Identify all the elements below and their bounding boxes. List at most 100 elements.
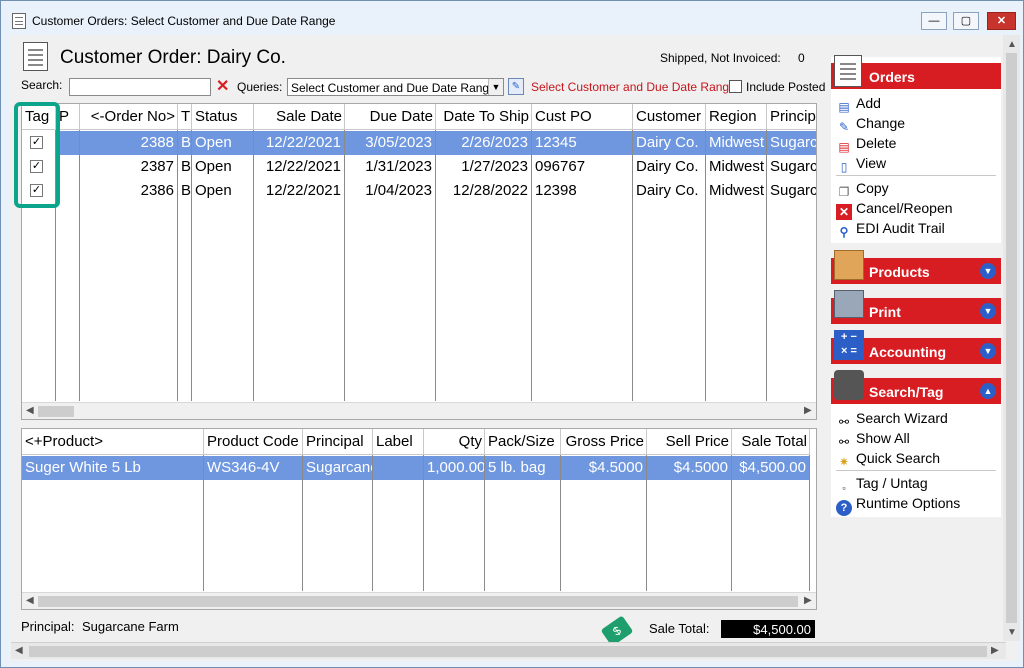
products-cell-product[interactable]: Suger White 5 Lb — [22, 456, 203, 480]
products-horizontal-scrollbar[interactable]: ◀ ▶ — [22, 592, 816, 609]
query-link[interactable]: Select Customer and Due Date Range — [531, 80, 736, 94]
menu-quick-search[interactable]: ✷ Quick Search — [836, 450, 940, 470]
include-posted-checkbox[interactable] — [729, 80, 742, 93]
products-cell-product-code[interactable]: WS346-4V — [204, 456, 302, 480]
products-header-sale-total[interactable]: Sale Total — [732, 429, 810, 455]
products-header-qty[interactable]: Qty — [424, 429, 485, 455]
maximize-button[interactable]: ▢ — [953, 12, 979, 30]
scroll-right-icon[interactable]: ▶ — [804, 405, 812, 416]
orders-cell-status[interactable]: Open — [192, 131, 253, 155]
vertical-scrollbar[interactable]: ▲ ▼ — [1003, 35, 1020, 641]
orders-cell-due-date[interactable]: 1/31/2023 — [345, 155, 435, 179]
menu-delete[interactable]: ▤ Delete — [836, 135, 896, 155]
orders-header-ship-date[interactable]: Date To Ship — [436, 104, 532, 130]
menu-copy[interactable]: ❐ Copy — [836, 180, 889, 200]
print-panel-header[interactable]: Print ▼ — [831, 290, 1001, 324]
scroll-up-icon[interactable]: ▲ — [1007, 39, 1017, 50]
products-panel-header[interactable]: Products ▼ — [831, 250, 1001, 284]
orders-cell-region[interactable]: Midwest — [706, 155, 766, 179]
query-select[interactable]: Select Customer and Due Date Range ▼ — [287, 78, 504, 96]
products-cell-pack-size[interactable]: 5 lb. bag — [485, 456, 560, 480]
orders-cell-customer[interactable]: Dairy Co. — [633, 155, 705, 179]
orders-cell-region[interactable]: Midwest — [706, 179, 766, 203]
orders-cell-cust-po[interactable]: 096767 — [532, 155, 632, 179]
orders-header-order-no[interactable]: <-Order No> — [80, 104, 178, 130]
orders-cell-status[interactable]: Open — [192, 155, 253, 179]
accounting-panel-header[interactable]: + − × = Accounting ▼ — [831, 330, 1001, 364]
scroll-right-icon[interactable]: ▶ — [991, 645, 999, 656]
products-header-label[interactable]: Label — [373, 429, 424, 455]
scroll-left-icon[interactable]: ◀ — [26, 405, 34, 416]
scroll-down-icon[interactable]: ▼ — [1007, 627, 1017, 638]
products-cell-sale-total[interactable]: $4,500.00 — [732, 456, 809, 480]
orders-cell-cust-po[interactable]: 12345 — [532, 131, 632, 155]
orders-cell-due-date[interactable]: 1/04/2023 — [345, 179, 435, 203]
orders-cell-region[interactable]: Midwest — [706, 131, 766, 155]
orders-header-due-date[interactable]: Due Date — [345, 104, 436, 130]
scroll-thumb[interactable] — [38, 406, 74, 417]
orders-cell-order-no[interactable]: 2388 — [80, 131, 177, 155]
products-cell-principal[interactable]: Sugarcane — [303, 456, 372, 480]
orders-header-region[interactable]: Region — [706, 104, 767, 130]
menu-tag-untag[interactable]: ▫ Tag / Untag — [836, 475, 927, 496]
table-row[interactable]: ✓ 2388 B Open 12/22/2021 3/05/2023 2/26/2023 12… — [22, 131, 816, 155]
chevron-down-icon[interactable]: ▼ — [980, 303, 996, 319]
scroll-right-icon[interactable]: ▶ — [804, 595, 812, 606]
orders-cell-customer[interactable]: Dairy Co. — [633, 131, 705, 155]
orders-header-customer[interactable]: Customer — [633, 104, 706, 130]
orders-cell-cust-po[interactable]: 12398 — [532, 179, 632, 203]
products-header-pack-size[interactable]: Pack/Size — [485, 429, 561, 455]
products-grid[interactable]: <+Product> Product Code Principal Label Qty P… — [21, 428, 817, 610]
orders-header-princip[interactable]: Princip — [767, 104, 816, 130]
products-cell-gross-price[interactable]: $4.5000 — [561, 456, 646, 480]
menu-edi-audit-trail[interactable]: ⚲ EDI Audit Trail — [836, 220, 945, 240]
products-header-gross-price[interactable]: Gross Price — [561, 429, 647, 455]
orders-cell-sale-date[interactable]: 12/22/2021 — [254, 131, 344, 155]
chevron-down-icon[interactable]: ▼ — [980, 263, 996, 279]
menu-runtime-options[interactable]: ? Runtime Options — [836, 495, 960, 516]
orders-header-status[interactable]: Status — [192, 104, 254, 130]
orders-cell-due-date[interactable]: 3/05/2023 — [345, 131, 435, 155]
orders-cell-princip[interactable]: Sugarca — [767, 179, 816, 203]
menu-show-all[interactable]: ⚯ Show All — [836, 430, 910, 450]
orders-cell-t[interactable]: B — [178, 155, 191, 179]
chevron-up-icon[interactable]: ▲ — [980, 383, 996, 399]
orders-grid[interactable]: Tag P <-Order No> T Status Sale Date Due Date D… — [21, 103, 817, 420]
orders-header-cust-po[interactable]: Cust PO — [532, 104, 633, 130]
close-button[interactable]: ✕ — [987, 12, 1016, 30]
search-tag-panel-header[interactable]: Search/Tag ▲ — [831, 370, 1001, 404]
scroll-thumb[interactable] — [29, 646, 987, 657]
search-input[interactable] — [69, 78, 211, 96]
menu-change[interactable]: ✎ Change — [836, 115, 905, 135]
products-header-product-code[interactable]: Product Code — [204, 429, 303, 455]
orders-header-t[interactable]: T — [178, 104, 192, 130]
orders-cell-sale-date[interactable]: 12/22/2021 — [254, 155, 344, 179]
orders-cell-ship-date[interactable]: 2/26/2023 — [436, 131, 531, 155]
orders-cell-order-no[interactable]: 2386 — [80, 179, 177, 203]
orders-cell-t[interactable]: B — [178, 179, 191, 203]
products-cell-qty[interactable]: 1,000.00 — [424, 456, 484, 480]
scroll-left-icon[interactable]: ◀ — [26, 595, 34, 606]
chevron-down-icon[interactable]: ▼ — [980, 343, 996, 359]
orders-cell-order-no[interactable]: 2387 — [80, 155, 177, 179]
orders-cell-ship-date[interactable]: 1/27/2023 — [436, 155, 531, 179]
horizontal-scrollbar[interactable]: ◀ ▶ — [11, 642, 1006, 659]
menu-search-wizard[interactable]: ⚯ Search Wizard — [836, 410, 948, 430]
orders-header-sale-date[interactable]: Sale Date — [254, 104, 345, 130]
menu-view[interactable]: ▯ View — [836, 155, 886, 175]
products-cell-label[interactable] — [373, 456, 423, 480]
clear-search-icon[interactable]: ✕ — [216, 78, 231, 95]
minimize-button[interactable]: — — [921, 12, 947, 30]
products-header-sell-price[interactable]: Sell Price — [647, 429, 732, 455]
products-header-product[interactable]: <+Product> — [22, 429, 204, 455]
scroll-thumb[interactable] — [38, 596, 798, 607]
orders-cell-status[interactable]: Open — [192, 179, 253, 203]
orders-cell-princip[interactable]: Sugarca — [767, 155, 816, 179]
products-cell-sell-price[interactable]: $4.5000 — [647, 456, 731, 480]
orders-cell-ship-date[interactable]: 12/28/2022 — [436, 179, 531, 203]
orders-horizontal-scrollbar[interactable]: ◀ ▶ — [22, 402, 816, 419]
menu-cancel-reopen[interactable]: ✕ Cancel/Reopen — [836, 200, 953, 220]
table-row[interactable]: ✓ 2387 B Open 12/22/2021 1/31/2023 1/27/2023 09… — [22, 155, 816, 179]
menu-add[interactable]: ▤ Add — [836, 95, 881, 115]
table-row[interactable]: ✓ 2386 B Open 12/22/2021 1/04/2023 12/28/2022 1… — [22, 179, 816, 203]
